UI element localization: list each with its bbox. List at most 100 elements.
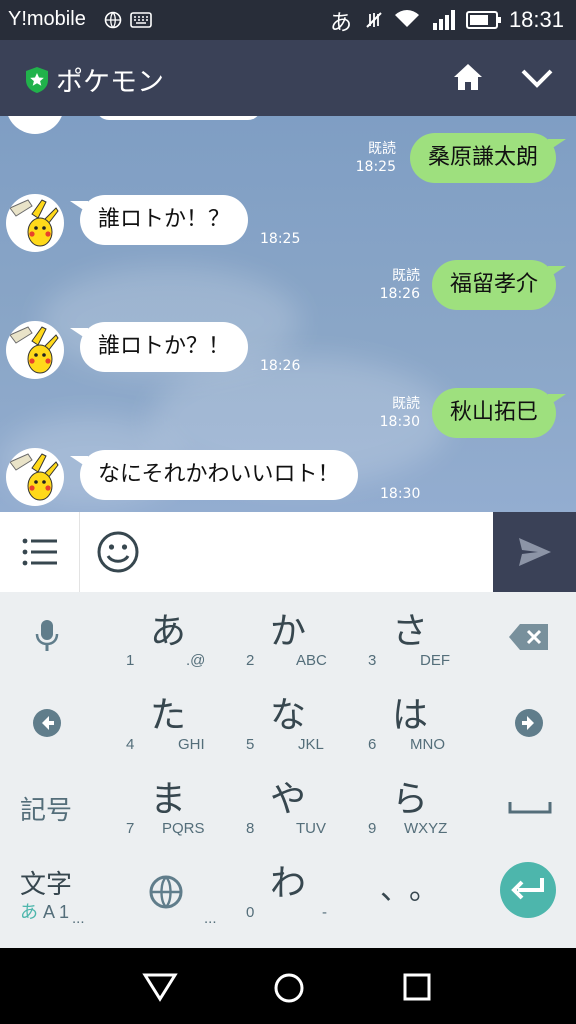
timestamp: 18:30 bbox=[380, 486, 421, 502]
message-input-bar bbox=[0, 512, 576, 592]
key-ra[interactable]: ら 9 WXYZ bbox=[362, 760, 482, 844]
signal-icon bbox=[432, 9, 456, 35]
official-account-shield-icon bbox=[24, 66, 50, 98]
latin-label: MNO bbox=[410, 736, 445, 753]
message-bubble-outgoing[interactable]: 桑原謙太朗 bbox=[409, 133, 567, 183]
latin-label: .@ bbox=[186, 652, 206, 669]
kigou-key[interactable]: 記号 bbox=[20, 790, 72, 827]
latin-label: GHI bbox=[178, 736, 205, 753]
back-icon[interactable] bbox=[142, 972, 178, 1006]
num-label: 9 bbox=[368, 820, 377, 837]
chevron-down-icon[interactable] bbox=[520, 66, 554, 94]
carrier-label: Y!mobile bbox=[8, 8, 86, 30]
emoji-icon[interactable] bbox=[96, 530, 140, 578]
chat-area[interactable]: 既読 18:25 桑原謙太朗 誰ロトか！？ 18:25 既読 18:26 福留孝… bbox=[0, 116, 576, 512]
ellipsis-label: ... bbox=[72, 910, 85, 927]
timestamp: 18:30 bbox=[379, 414, 420, 430]
timestamp: 18:25 bbox=[260, 231, 301, 247]
latin-label: JKL bbox=[298, 736, 324, 753]
vibrate-off-icon bbox=[364, 10, 384, 34]
timestamp: 18:26 bbox=[379, 286, 420, 302]
send-button[interactable] bbox=[493, 512, 576, 592]
battery-icon bbox=[466, 10, 502, 34]
message-bubble-outgoing[interactable]: 福留孝介 bbox=[431, 260, 567, 310]
key-ya[interactable]: や 8 TUV bbox=[240, 760, 360, 844]
input-mode-label: あ A 1 bbox=[20, 902, 70, 923]
clock: 18:31 bbox=[508, 7, 564, 32]
chat-header: ポケモン bbox=[0, 40, 576, 116]
enter-button[interactable] bbox=[500, 862, 556, 918]
key-a[interactable]: あ 1 .@ bbox=[120, 592, 236, 676]
num-label: 2 bbox=[246, 652, 255, 669]
pikachu-avatar[interactable] bbox=[6, 448, 64, 506]
home-icon[interactable] bbox=[452, 62, 484, 96]
previous-message-bubble bbox=[96, 116, 261, 120]
kana-label: あ bbox=[150, 611, 187, 652]
message-bubble-incoming[interactable]: 誰ロトか？！ bbox=[69, 322, 249, 372]
arrow-left-icon[interactable] bbox=[32, 708, 62, 744]
keyboard-icon bbox=[130, 12, 152, 32]
latin-label: - bbox=[322, 904, 327, 921]
kana-label: わ bbox=[270, 863, 307, 904]
ellipsis-label: ... bbox=[204, 910, 217, 927]
key-na[interactable]: な 5 JKL bbox=[240, 676, 360, 760]
status-bar: Y!mobile あ 18:31 bbox=[0, 0, 576, 40]
kana-label: は bbox=[392, 695, 429, 736]
key-sa[interactable]: さ 3 DEF bbox=[362, 592, 482, 676]
microphone-icon[interactable] bbox=[34, 618, 60, 660]
message-bubble-outgoing[interactable]: 秋山拓巳 bbox=[431, 388, 567, 438]
kana-label: ら bbox=[392, 779, 429, 820]
globe-key[interactable]: ... bbox=[120, 844, 236, 948]
read-label: 既読 bbox=[392, 396, 420, 412]
punctuation-key[interactable]: 、。 bbox=[362, 844, 482, 948]
wifi-icon bbox=[394, 9, 420, 33]
pikachu-avatar[interactable] bbox=[6, 194, 64, 252]
num-label: 4 bbox=[126, 736, 135, 753]
num-label: 3 bbox=[368, 652, 377, 669]
recents-icon[interactable] bbox=[403, 973, 431, 1005]
read-receipt: 既読 18:26 bbox=[380, 267, 420, 303]
latin-label: PQRS bbox=[162, 820, 205, 837]
space-icon[interactable] bbox=[508, 794, 552, 822]
read-receipt: 既読 18:25 bbox=[356, 140, 396, 176]
kana-label: た bbox=[150, 695, 187, 736]
num-label: 7 bbox=[126, 820, 135, 837]
latin-label: ABC bbox=[296, 652, 327, 669]
globe-icon bbox=[104, 11, 122, 33]
key-ta[interactable]: た 4 GHI bbox=[120, 676, 236, 760]
message-bubble-incoming[interactable]: なにそれかわいいロト！ bbox=[70, 450, 358, 500]
key-ka[interactable]: か 2 ABC bbox=[240, 592, 360, 676]
timestamp: 18:25 bbox=[355, 159, 396, 175]
input-mode-indicator: あ bbox=[330, 11, 353, 36]
punctuation-label: 、。 bbox=[380, 872, 453, 907]
pikachu-avatar[interactable] bbox=[6, 321, 64, 379]
latin-label: TUV bbox=[296, 820, 326, 837]
message-input[interactable] bbox=[150, 512, 490, 592]
num-label: 1 bbox=[126, 652, 135, 669]
num-label: 0 bbox=[246, 904, 255, 921]
arrow-right-icon[interactable] bbox=[514, 708, 544, 744]
key-wa[interactable]: わ 0 - bbox=[240, 844, 360, 948]
backspace-icon[interactable] bbox=[508, 622, 550, 658]
kana-label: や bbox=[270, 779, 307, 820]
num-label: 5 bbox=[246, 736, 255, 753]
flick-keyboard: 記号 文字 あ A 1 ... あ 1 .@ か 2 ABC さ 3 DEF た… bbox=[0, 592, 576, 948]
kana-label: な bbox=[270, 695, 307, 736]
num-label: 8 bbox=[246, 820, 255, 837]
kana-label: か bbox=[270, 611, 307, 652]
avatar bbox=[6, 116, 64, 134]
read-label: 既読 bbox=[368, 141, 396, 157]
moji-key[interactable]: 文字 bbox=[20, 864, 72, 901]
kana-label: さ bbox=[392, 611, 429, 652]
read-receipt: 既読 18:30 bbox=[380, 395, 420, 431]
navigation-bar bbox=[0, 948, 576, 1024]
num-label: 6 bbox=[368, 736, 377, 753]
chat-title: ポケモン bbox=[56, 67, 164, 98]
message-bubble-incoming[interactable]: 誰ロトか！？ bbox=[69, 195, 249, 245]
key-ha[interactable]: は 6 MNO bbox=[362, 676, 482, 760]
read-label: 既読 bbox=[392, 268, 420, 284]
home-nav-icon[interactable] bbox=[273, 972, 305, 1008]
key-ma[interactable]: ま 7 PQRS bbox=[120, 760, 236, 844]
menu-button[interactable] bbox=[0, 512, 80, 592]
latin-label: DEF bbox=[420, 652, 450, 669]
